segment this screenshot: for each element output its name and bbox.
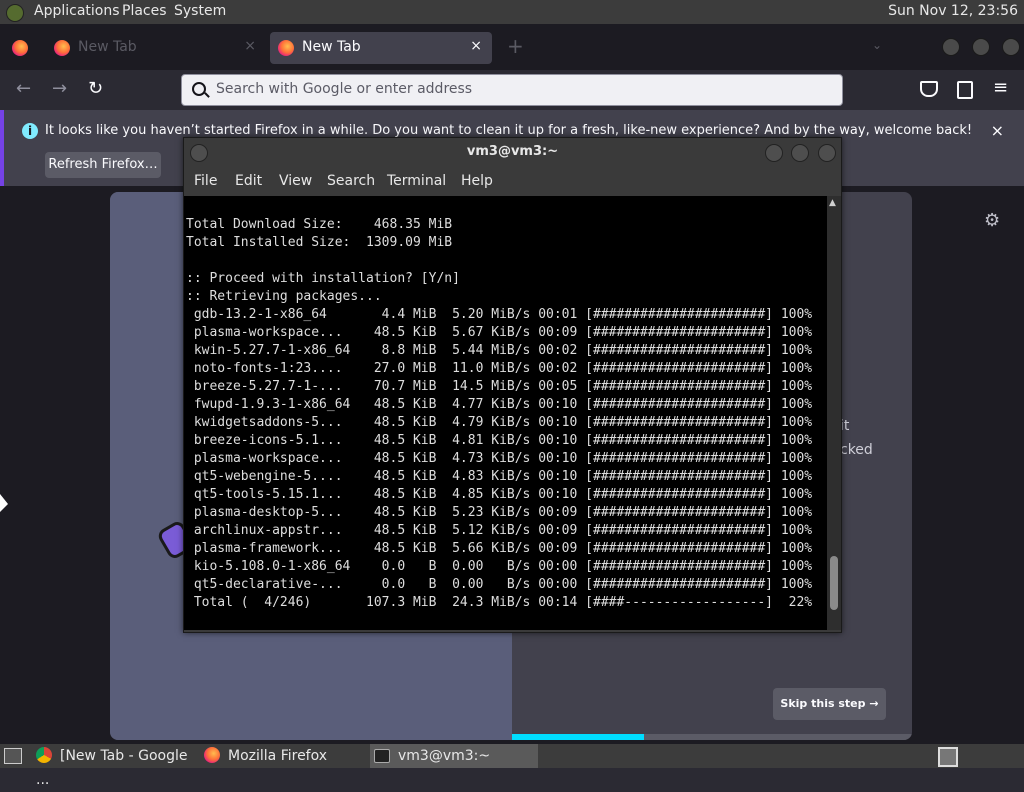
menu-terminal[interactable]: Terminal: [387, 173, 446, 189]
terminal-line: plasma-workspace... 48.5 KiB 5.67 KiB/s …: [186, 325, 813, 340]
menu-view[interactable]: View: [279, 173, 312, 189]
taskbar-label: Mozilla Firefox: [228, 748, 328, 764]
close-window-icon[interactable]: [1002, 38, 1020, 56]
info-icon: i: [22, 123, 38, 139]
taskbar-item-chrome[interactable]: [New Tab - Google ...: [36, 744, 196, 788]
menu-help[interactable]: Help: [461, 173, 493, 189]
forward-arrow-icon[interactable]: →: [52, 78, 67, 99]
maximize-window-icon[interactable]: [972, 38, 990, 56]
bottom-taskbar: [New Tab - Google ... Mozilla Firefox vm…: [0, 744, 1024, 788]
menu-edit[interactable]: Edit: [235, 173, 262, 189]
back-arrow-icon[interactable]: ←: [16, 78, 31, 99]
terminal-line: Total ( 4/246) 107.3 MiB 24.3 MiB/s 00:1…: [186, 595, 813, 610]
notification-message: It looks like you haven’t started Firefo…: [45, 123, 973, 138]
close-window-icon[interactable]: [818, 144, 836, 162]
taskbar-label: vm3@vm3:~: [398, 748, 491, 764]
terminal-line: noto-fonts-1:23.... 27.0 MiB 11.0 MiB/s …: [186, 361, 813, 376]
mouse-cursor-icon: [0, 494, 8, 512]
terminal-line: fwupd-1.9.3-1-x86_64 48.5 KiB 4.77 KiB/s…: [186, 397, 813, 412]
terminal-output[interactable]: Total Download Size: 468.35 MiB Total Ins…: [184, 196, 827, 630]
onboarding-progress-fill: [512, 734, 644, 740]
clock[interactable]: Sun Nov 12, 23:56: [888, 3, 1018, 19]
firefox-icon: [204, 747, 220, 763]
menu-file[interactable]: File: [194, 173, 217, 189]
terminal-line: qt5-declarative-... 0.0 B 0.00 B/s 00:00…: [186, 577, 813, 592]
onboarding-progress: [512, 734, 912, 740]
terminal-window[interactable]: vm3@vm3:~ File Edit View Search Terminal…: [183, 137, 842, 633]
scroll-up-icon[interactable]: ▲: [829, 198, 836, 208]
system-menu[interactable]: System: [174, 3, 226, 19]
menu-search[interactable]: Search: [327, 173, 375, 189]
tab-new-tab-background[interactable]: New Tab ×: [46, 32, 266, 64]
terminal-line: archlinux-appstr... 48.5 KiB 5.12 KiB/s …: [186, 523, 813, 538]
new-tab-icon[interactable]: +: [507, 34, 524, 58]
minimize-window-icon[interactable]: [942, 38, 960, 56]
terminal-title: vm3@vm3:~: [466, 144, 559, 159]
navigation-toolbar: ← → ↻ Search with Google or enter addres…: [0, 70, 1024, 110]
pocket-icon[interactable]: [920, 81, 938, 97]
terminal-scrollbar[interactable]: ▲: [827, 196, 841, 630]
address-bar-placeholder: Search with Google or enter address: [216, 81, 473, 97]
tab-label: New Tab: [78, 39, 137, 55]
applications-menu[interactable]: Applications: [34, 3, 120, 19]
list-all-tabs-icon[interactable]: ⌄: [872, 38, 882, 52]
terminal-line: Total Installed Size: 1309.09 MiB: [186, 235, 453, 250]
menu-icon[interactable]: ≡: [993, 77, 1008, 98]
top-panel: Applications Places System Sun Nov 12, 2…: [0, 0, 1024, 24]
terminal-lines: Total Download Size: 468.35 MiB Total Ins…: [186, 216, 812, 612]
firefox-icon: [278, 40, 294, 56]
terminal-menubar: File Edit View Search Terminal Help: [184, 166, 841, 196]
tab-close-icon[interactable]: ×: [244, 38, 256, 54]
terminal-line: gdb-13.2-1-x86_64 4.4 MiB 5.20 MiB/s 00:…: [186, 307, 813, 322]
reload-icon[interactable]: ↻: [88, 78, 103, 99]
address-bar[interactable]: Search with Google or enter address: [181, 74, 843, 106]
notification-close-icon[interactable]: ×: [991, 121, 1004, 140]
terminal-line: kio-5.108.0-1-x86_64 0.0 B 0.00 B/s 00:0…: [186, 559, 813, 574]
search-icon: [192, 82, 206, 96]
tab-close-icon[interactable]: ×: [470, 38, 482, 54]
terminal-line: plasma-desktop-5... 48.5 KiB 5.23 KiB/s …: [186, 505, 813, 520]
onboarding-text-fragment: cked: [840, 442, 873, 458]
terminal-line: :: Retrieving packages...: [186, 289, 382, 304]
maximize-window-icon[interactable]: [791, 144, 809, 162]
gear-icon[interactable]: ⚙: [984, 210, 1000, 231]
taskbar-label: [New Tab - Google ...: [36, 748, 188, 788]
skip-this-step-button[interactable]: Skip this step →: [773, 688, 886, 720]
scrollbar-thumb[interactable]: [830, 556, 838, 610]
terminal-line: plasma-framework... 48.5 KiB 5.66 KiB/s …: [186, 541, 813, 556]
terminal-line: kwin-5.27.7-1-x86_64 8.8 MiB 5.44 MiB/s …: [186, 343, 813, 358]
terminal-line: plasma-workspace... 48.5 KiB 4.73 KiB/s …: [186, 451, 813, 466]
tab-label: New Tab: [302, 39, 361, 55]
distro-logo-icon[interactable]: [6, 4, 24, 22]
minimize-window-icon[interactable]: [765, 144, 783, 162]
taskbar-item-terminal[interactable]: vm3@vm3:~: [370, 744, 538, 768]
taskbar-item-firefox[interactable]: Mozilla Firefox: [204, 744, 364, 768]
chrome-icon: [36, 747, 52, 763]
terminal-line: kwidgetsaddons-5... 48.5 KiB 4.79 KiB/s …: [186, 415, 813, 430]
places-menu[interactable]: Places: [122, 3, 167, 19]
show-desktop-icon[interactable]: [4, 748, 22, 764]
browser-tab-bar: New Tab × New Tab × + ⌄: [0, 24, 1024, 70]
terminal-line: breeze-5.27.7-1-... 70.7 MiB 14.5 MiB/s …: [186, 379, 813, 394]
terminal-line: :: Proceed with installation? [Y/n]: [186, 271, 460, 286]
tab-new-tab-active[interactable]: New Tab ×: [270, 32, 492, 64]
refresh-firefox-button[interactable]: Refresh Firefox…: [45, 152, 161, 178]
firefox-icon: [54, 40, 70, 56]
terminal-icon: [374, 749, 390, 763]
terminal-line: Total Download Size: 468.35 MiB: [186, 217, 453, 232]
terminal-line: qt5-webengine-5.... 48.5 KiB 4.83 KiB/s …: [186, 469, 813, 484]
terminal-line: breeze-icons-5.1... 48.5 KiB 4.81 KiB/s …: [186, 433, 813, 448]
firefox-view-icon[interactable]: [12, 40, 28, 56]
terminal-line: qt5-tools-5.15.1... 48.5 KiB 4.85 KiB/s …: [186, 487, 813, 502]
extensions-icon[interactable]: [957, 81, 973, 99]
workspace-switcher-icon[interactable]: [938, 747, 958, 767]
